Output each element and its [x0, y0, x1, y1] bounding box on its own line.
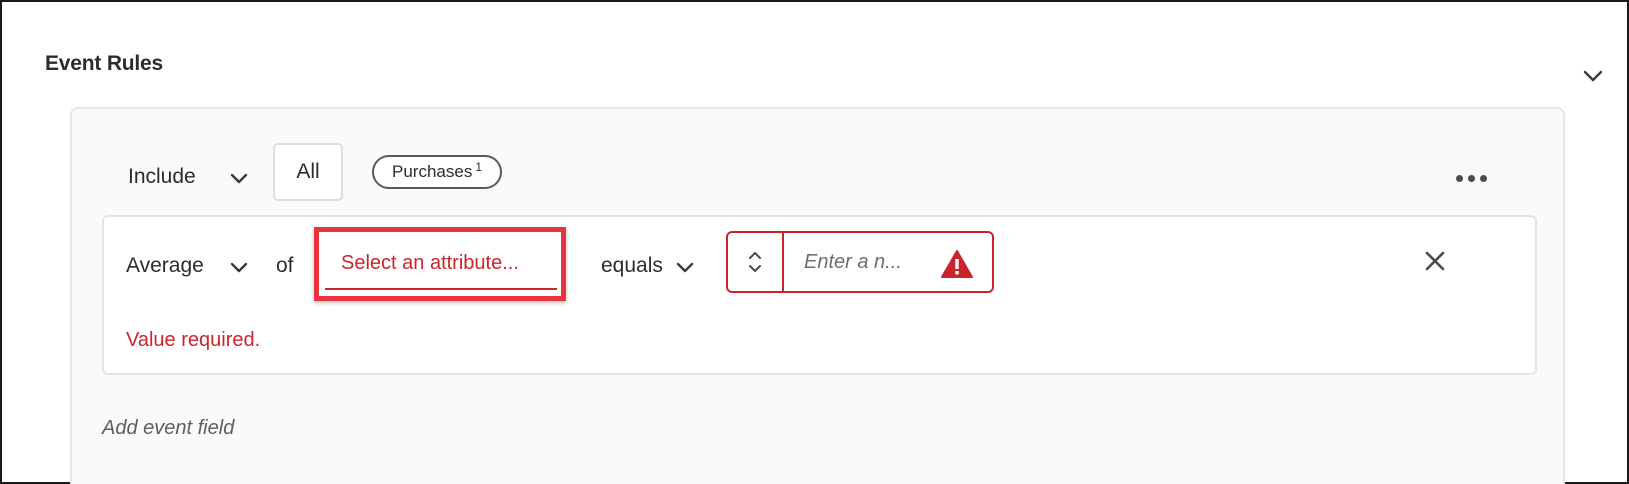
include-row: Include All Purchases 1 [72, 109, 1563, 215]
match-all-button[interactable]: All [273, 143, 343, 201]
number-stepper[interactable] [728, 233, 784, 291]
attribute-highlight-box: Select an attribute... [314, 227, 566, 301]
event-chip-count: 1 [475, 160, 483, 174]
alert-icon [941, 250, 973, 278]
chevron-up-icon[interactable] [748, 250, 762, 260]
operator-dropdown-label[interactable]: equals [601, 254, 663, 278]
condition-row: Average of Select an attribute... equals [102, 215, 1537, 375]
event-rules-panel: Event Rules Include All Purchases 1 Aver… [0, 0, 1629, 484]
rule-card: Include All Purchases 1 Average of Selec… [70, 107, 1565, 484]
chevron-down-icon[interactable] [230, 173, 248, 185]
value-number-field [726, 231, 994, 293]
chevron-down-icon[interactable] [1582, 68, 1604, 84]
include-dropdown-label[interactable]: Include [128, 165, 196, 189]
aggregation-dropdown-label[interactable]: Average [126, 254, 204, 278]
close-icon[interactable] [1423, 249, 1447, 273]
more-options-icon[interactable] [1456, 175, 1492, 187]
of-label: of [276, 254, 294, 277]
chevron-down-icon[interactable] [230, 262, 248, 274]
section-title: Event Rules [45, 52, 164, 75]
purchases-event-chip[interactable]: Purchases 1 [372, 155, 503, 189]
event-chip-label: Purchases [392, 162, 473, 181]
value-input[interactable] [790, 233, 930, 291]
chevron-down-icon[interactable] [748, 264, 762, 274]
chevron-down-icon[interactable] [676, 262, 694, 274]
validation-error: Value required. [126, 329, 261, 351]
attribute-picker[interactable]: Select an attribute... [325, 238, 557, 290]
add-event-field-link[interactable]: Add event field [102, 417, 234, 440]
